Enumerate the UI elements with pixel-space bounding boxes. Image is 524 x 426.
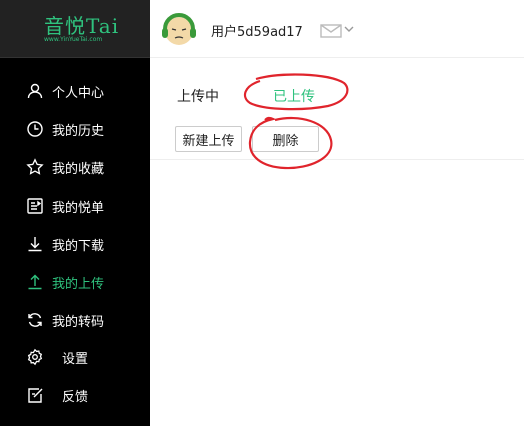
star-icon — [26, 158, 44, 176]
sidebar-item-label: 个人中心 — [52, 85, 105, 101]
sidebar-item-transcode[interactable]: 我的转码 — [0, 304, 150, 336]
transcode-icon — [26, 311, 44, 329]
sidebar-item-settings[interactable]: 设置 — [0, 341, 150, 373]
avatar[interactable] — [160, 11, 198, 49]
sidebar-item-favorites[interactable]: 我的收藏 — [0, 151, 150, 183]
user-icon — [26, 82, 44, 100]
sidebar-item-downloads[interactable]: 我的下载 — [0, 228, 150, 260]
sidebar-item-label: 我的转码 — [52, 314, 105, 330]
username[interactable]: 用户5d59ad17 — [211, 21, 303, 40]
mail-icon[interactable] — [320, 23, 342, 38]
tab-uploaded[interactable]: 已上传 — [273, 86, 315, 106]
sidebar-item-label: 设置 — [62, 351, 89, 367]
sidebar-item-profile[interactable]: 个人中心 — [0, 75, 150, 107]
logo-text: 音悦Tai — [44, 14, 120, 38]
sidebar-item-feedback[interactable]: 反馈 — [0, 379, 150, 411]
sidebar-item-label: 反馈 — [62, 389, 89, 405]
delete-button[interactable]: 删除 — [252, 126, 319, 152]
sidebar-item-label: 我的历史 — [52, 123, 105, 139]
sidebar-item-uploads[interactable]: 我的上传 — [0, 266, 150, 298]
feedback-icon — [26, 386, 44, 404]
gear-icon — [26, 348, 44, 366]
sidebar-item-label: 我的悦单 — [52, 200, 105, 216]
logo[interactable]: 音悦Tai www.YinYueTai.com — [0, 0, 150, 58]
clock-icon — [26, 120, 44, 138]
divider — [150, 159, 524, 160]
upload-icon — [26, 273, 44, 291]
logo-subtext: www.YinYueTai.com — [44, 36, 103, 43]
sidebar-item-label: 我的下载 — [52, 238, 105, 254]
tab-uploading[interactable]: 上传中 — [177, 86, 219, 106]
sidebar-item-label: 我的收藏 — [52, 161, 105, 177]
playlist-icon — [26, 197, 44, 215]
sidebar-item-playlists[interactable]: 我的悦单 — [0, 190, 150, 222]
header: 用户5d59ad17 — [150, 0, 524, 58]
sidebar-item-history[interactable]: 我的历史 — [0, 113, 150, 145]
download-icon — [26, 235, 44, 253]
sidebar: 音悦Tai www.YinYueTai.com 个人中心 我的历史 我的收藏 我… — [0, 0, 150, 426]
sidebar-item-label: 我的上传 — [52, 276, 105, 292]
new-upload-button[interactable]: 新建上传 — [175, 126, 242, 152]
chevron-down-icon[interactable] — [343, 20, 355, 32]
